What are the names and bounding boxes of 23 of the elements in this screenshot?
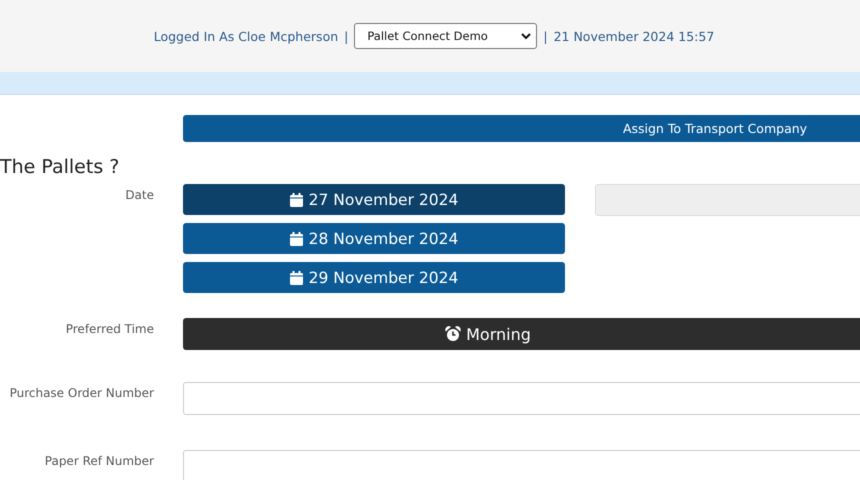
assign-transport-button[interactable]: Assign To Transport Company	[183, 115, 860, 142]
separator: |	[543, 28, 548, 44]
field-label: Paper Ref Number	[44, 453, 154, 470]
field-label: Purchase Order Number	[8, 385, 154, 402]
calendar-icon	[290, 192, 303, 206]
preferred-time-button[interactable]: Morning	[183, 318, 860, 350]
date-display-field[interactable]	[595, 184, 860, 216]
date-time-text: 21 November 2024 15:57	[554, 28, 714, 44]
alarm-clock-icon	[445, 326, 462, 342]
date-button[interactable]: 29 November 2024	[183, 262, 565, 293]
input-field[interactable]	[183, 450, 860, 480]
calendar-icon	[290, 232, 303, 246]
date-button[interactable]: 27 November 2024	[183, 184, 565, 215]
separator: |	[344, 28, 348, 44]
field-label: Date	[124, 187, 154, 204]
section-title: The Pallets ?	[0, 156, 120, 180]
date-button[interactable]: 28 November 2024	[183, 223, 565, 254]
account-select[interactable]: Pallet Connect Demo	[354, 23, 538, 49]
calendar-icon	[290, 270, 303, 284]
field-label: Preferred Time	[64, 321, 154, 338]
logged-in-text: Logged In As Cloe Mcpherson	[154, 28, 338, 44]
input-field[interactable]	[183, 382, 860, 415]
chevron-down-icon	[521, 32, 532, 40]
